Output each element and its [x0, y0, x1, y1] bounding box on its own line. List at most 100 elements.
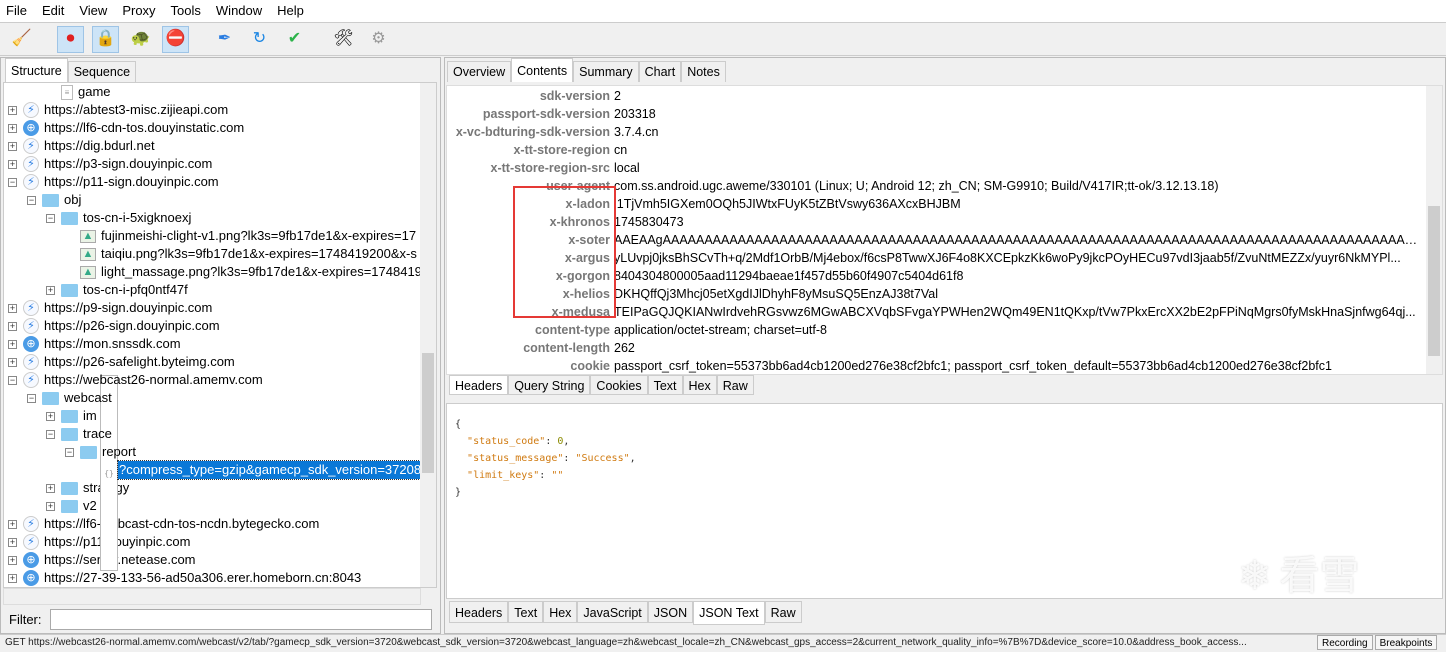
expand-icon[interactable]: + [8, 123, 17, 133]
expand-icon[interactable]: + [46, 483, 55, 493]
tree-node[interactable]: − report [65, 443, 136, 461]
response-tab-raw[interactable]: Raw [764, 601, 802, 623]
tree-node[interactable]: − trace [46, 425, 112, 443]
tree-node[interactable]: + im [46, 407, 97, 425]
tree-node[interactable]: + tos-cn-i-pfq0ntf47f [46, 281, 188, 299]
expand-icon[interactable]: + [46, 501, 55, 511]
expand-icon[interactable]: + [46, 411, 55, 421]
collapse-icon[interactable]: − [46, 213, 55, 223]
image-icon: ▲ [80, 265, 96, 279]
throttle-turtle-icon[interactable]: 🐢 [127, 26, 154, 53]
menu-window[interactable]: Window [216, 0, 262, 22]
expand-icon[interactable]: + [8, 357, 17, 367]
request-tab-headers[interactable]: Headers [449, 375, 509, 395]
tree-node[interactable]: + v2 [46, 497, 97, 515]
request-tab-cookies[interactable]: Cookies [590, 375, 648, 395]
response-tab-hex[interactable]: Hex [543, 601, 578, 623]
expand-icon[interactable]: + [8, 321, 17, 331]
tree-horizontal-scrollbar[interactable] [3, 588, 421, 605]
scroll-thumb[interactable] [1428, 206, 1440, 356]
tree-node-label: https://lf6-cdn-tos.douyinstatic.com [44, 120, 245, 135]
tree-node[interactable]: + ⚡ https://lf6-webcast-cdn-tos-ncdn.byteg… [8, 515, 319, 533]
tab-overview[interactable]: Overview [447, 61, 512, 82]
headers-scrollbar[interactable] [1426, 86, 1442, 374]
tab-notes[interactable]: Notes [681, 61, 726, 82]
tree-node[interactable]: ▲ fujinmeishi-clight-v1.png?lk3s=9fb17de1… [80, 227, 416, 245]
collapse-icon[interactable]: − [8, 375, 17, 385]
response-tab-text[interactable]: Text [508, 601, 544, 623]
expand-icon[interactable]: + [8, 519, 17, 529]
repeat-refresh-icon[interactable]: ↻ [246, 26, 273, 53]
collapse-icon[interactable]: − [27, 195, 36, 205]
tree-node[interactable]: + ⊕ https://27-39-133-56-ad50a306.erer.hom… [8, 569, 361, 587]
tree-node[interactable]: + ⊕ https://mon.snssdk.com [8, 335, 181, 353]
filter-input[interactable] [49, 608, 432, 630]
header-row: x-tt-store-region cn [447, 141, 1419, 159]
request-tab-hex[interactable]: Hex [682, 375, 717, 395]
expand-icon[interactable]: + [8, 537, 17, 547]
response-tab-headers[interactable]: Headers [449, 601, 509, 623]
menu-view[interactable]: View [79, 0, 107, 22]
tree-node[interactable]: + ⚡ https://dig.bdurl.net [8, 137, 155, 155]
ssl-lock-icon[interactable]: 🔒 [92, 25, 119, 53]
menu-proxy[interactable]: Proxy [122, 0, 155, 22]
menu-tools[interactable]: Tools [171, 0, 201, 22]
tree-node[interactable]: ▲ taiqiu.png?lk3s=9fb17de1&x-expires=1748… [80, 245, 417, 263]
expand-icon[interactable]: + [8, 555, 17, 565]
tab-contents[interactable]: Contents [511, 58, 574, 82]
response-tab-javascript[interactable]: JavaScript [577, 601, 648, 623]
broom-icon[interactable]: 🧹 [8, 26, 35, 53]
tree-node[interactable]: + ⊕ https://lf6-cdn-tos.douyinstatic.com [8, 119, 244, 137]
tree-node[interactable]: + ⚡ https://abtest3-misc.zijieapi.com [8, 101, 228, 119]
validate-check-icon[interactable]: ✔ [281, 26, 308, 53]
tab-summary[interactable]: Summary [573, 61, 639, 82]
expand-icon[interactable]: + [8, 339, 17, 349]
tree-node[interactable]: + ⚡ https://p26-safelight.byteimg.com [8, 353, 235, 371]
menu-file[interactable]: File [6, 0, 27, 22]
breakpoint-stop-icon[interactable]: ⛔ [162, 25, 189, 53]
tree-node[interactable]: − ⚡ https://p11-sign.douyinpic.com [8, 173, 219, 191]
folder-icon [61, 427, 78, 441]
expand-icon[interactable]: + [8, 303, 17, 313]
collapse-icon[interactable]: − [65, 447, 74, 457]
tree-node[interactable]: + ⚡ https://p9-sign.douyinpic.com [8, 299, 212, 317]
menu-help[interactable]: Help [277, 0, 304, 22]
collapse-icon[interactable]: − [27, 393, 36, 403]
tree-node[interactable]: + ⚡ https://p3-sign.douyinpic.com [8, 155, 212, 173]
recording-button[interactable]: Recording [1317, 635, 1373, 650]
expand-icon[interactable]: + [8, 159, 17, 169]
collapse-icon[interactable]: − [46, 429, 55, 439]
header-value: l1TjVmh5IGXem0OQh5JIWtxFUyK5tZBtVswy636A… [614, 197, 961, 211]
scroll-thumb[interactable] [422, 353, 434, 473]
compose-pen-icon[interactable]: ✒ [211, 26, 238, 53]
response-tab-json[interactable]: JSON [647, 601, 694, 623]
tree-node[interactable]: − webcast [27, 389, 112, 407]
tree-node[interactable]: − tos-cn-i-5xigknoexj [46, 209, 191, 227]
tab-chart[interactable]: Chart [638, 61, 682, 82]
tree-vertical-scrollbar[interactable] [420, 83, 436, 587]
request-tab-text[interactable]: Text [647, 375, 683, 395]
menu-edit[interactable]: Edit [42, 0, 64, 22]
response-tab-json-text[interactable]: JSON Text [693, 601, 765, 625]
tree-node[interactable]: + ⚡ https://p26-sign.douyinpic.com [8, 317, 220, 335]
tab-sequence[interactable]: Sequence [67, 61, 137, 82]
header-name: x-tt-store-region [513, 143, 610, 157]
tree-node[interactable]: − obj [27, 191, 81, 209]
breakpoints-button[interactable]: Breakpoints [1374, 635, 1438, 650]
expand-icon[interactable]: + [8, 105, 17, 115]
collapse-icon[interactable]: − [8, 177, 17, 187]
menu-bar: File Edit View Proxy Tools Window Help [0, 0, 1446, 22]
expand-icon[interactable]: + [8, 573, 17, 583]
record-icon[interactable]: ⏺ [57, 25, 84, 53]
tab-structure[interactable]: Structure [5, 58, 68, 82]
tools-icon[interactable]: 🛠 [330, 26, 357, 53]
request-tab-query-string[interactable]: Query String [508, 375, 591, 395]
tree-node[interactable]: {} ?compress_type=gzip&gamecp_sdk_version… [99, 375, 424, 571]
tree-node[interactable]: ≡ game [61, 83, 111, 101]
tree-node[interactable]: − ⚡ https://webcast26-normal.amemv.com [8, 371, 263, 389]
expand-icon[interactable]: + [46, 285, 55, 295]
tree-node[interactable]: ▲ light_massage.png?lk3s=9fb17de1&x-expir… [80, 263, 422, 281]
settings-gear-icon[interactable]: ⚙ [365, 26, 392, 53]
request-tab-raw[interactable]: Raw [716, 375, 754, 395]
expand-icon[interactable]: + [8, 141, 17, 151]
